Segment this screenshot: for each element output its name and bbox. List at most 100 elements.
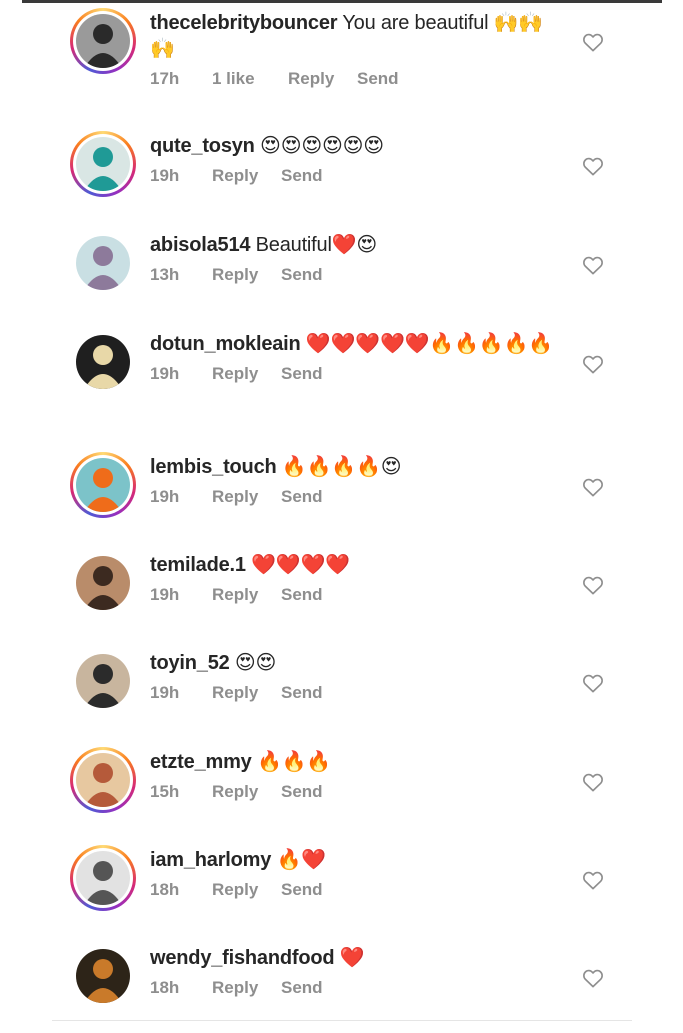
comment-line: qute_tosyn 😍😍😍😍😍😍 bbox=[150, 133, 560, 159]
send-button[interactable]: Send bbox=[281, 166, 323, 186]
comment-line: wendy_fishandfood ❤️ bbox=[150, 945, 560, 971]
avatar[interactable] bbox=[70, 8, 136, 74]
comment-time: 19h bbox=[150, 487, 180, 506]
heart-outline-icon-graphic bbox=[583, 969, 603, 988]
comment-text: 😍😍 bbox=[234, 652, 277, 674]
avatar-ring-gap bbox=[70, 329, 136, 395]
avatar-graphic bbox=[76, 556, 130, 610]
comment-item: qute_tosyn 😍😍😍😍😍😍 19h Reply Send bbox=[0, 131, 683, 221]
heart-outline-icon[interactable] bbox=[582, 354, 604, 374]
comment-meta: 17h 1 like Reply Send bbox=[150, 69, 560, 89]
username-link[interactable]: wendy_fishandfood bbox=[150, 947, 335, 969]
avatar-image bbox=[76, 654, 130, 708]
avatar[interactable] bbox=[70, 550, 136, 616]
reply-button[interactable]: Reply bbox=[212, 487, 281, 507]
avatar-ring-gap bbox=[70, 943, 136, 1009]
heart-outline-icon[interactable] bbox=[582, 870, 604, 890]
send-button[interactable]: Send bbox=[281, 265, 323, 285]
avatar-graphic bbox=[76, 14, 130, 68]
heart-outline-icon[interactable] bbox=[582, 673, 604, 693]
heart-outline-icon[interactable] bbox=[582, 32, 604, 52]
send-button[interactable]: Send bbox=[281, 978, 323, 998]
username-link[interactable]: lembis_touch bbox=[150, 456, 277, 478]
username-link[interactable]: toyin_52 bbox=[150, 652, 230, 674]
heart-outline-icon-graphic bbox=[583, 256, 603, 275]
comment-body: etzte_mmy 🔥🔥🔥 15h Reply Send bbox=[150, 749, 560, 802]
avatar[interactable] bbox=[70, 452, 136, 518]
comment-line: etzte_mmy 🔥🔥🔥 bbox=[150, 749, 560, 775]
avatar[interactable] bbox=[70, 943, 136, 1009]
avatar-graphic bbox=[76, 949, 130, 1003]
avatar-ring-gap bbox=[73, 750, 133, 810]
heart-outline-icon[interactable] bbox=[582, 968, 604, 988]
like-count-link[interactable]: 1 like bbox=[212, 69, 288, 89]
avatar-ring-gap bbox=[73, 11, 133, 71]
heart-outline-icon-graphic bbox=[583, 773, 603, 792]
reply-button[interactable]: Reply bbox=[212, 265, 281, 285]
heart-outline-icon[interactable] bbox=[582, 477, 604, 497]
avatar[interactable] bbox=[70, 131, 136, 197]
avatar-graphic bbox=[76, 458, 130, 512]
comment-time: 19h bbox=[150, 364, 180, 383]
send-button[interactable]: Send bbox=[281, 683, 323, 703]
username-link[interactable]: etzte_mmy bbox=[150, 751, 252, 773]
avatar[interactable] bbox=[70, 845, 136, 911]
avatar-image bbox=[76, 753, 130, 807]
username-link[interactable]: abisola514 bbox=[150, 234, 250, 256]
send-button[interactable]: Send bbox=[281, 487, 323, 507]
comment-text: 😍😍😍😍😍😍 bbox=[260, 135, 384, 157]
send-button[interactable]: Send bbox=[281, 364, 323, 384]
avatar-graphic bbox=[76, 654, 130, 708]
reply-button[interactable]: Reply bbox=[212, 585, 281, 605]
comment-text: Beautiful❤️😍 bbox=[255, 234, 378, 256]
avatar-ring-gap bbox=[73, 134, 133, 194]
avatar-ring-gap bbox=[73, 848, 133, 908]
username-link[interactable]: iam_harlomy bbox=[150, 849, 271, 871]
comment-time: 15h bbox=[150, 782, 180, 801]
reply-button[interactable]: Reply bbox=[212, 683, 281, 703]
heart-outline-icon[interactable] bbox=[582, 156, 604, 176]
comment-line: thecelebritybouncer You are beautiful 🙌🙌… bbox=[150, 10, 560, 62]
heart-outline-icon[interactable] bbox=[582, 255, 604, 275]
send-button[interactable]: Send bbox=[281, 585, 323, 605]
comment-body: thecelebritybouncer You are beautiful 🙌🙌… bbox=[150, 10, 560, 89]
avatar-ring-gap bbox=[70, 230, 136, 296]
reply-button[interactable]: Reply bbox=[288, 69, 357, 89]
avatar[interactable] bbox=[70, 329, 136, 395]
avatar[interactable] bbox=[70, 747, 136, 813]
send-button[interactable]: Send bbox=[281, 880, 323, 900]
avatar[interactable] bbox=[70, 648, 136, 714]
reply-button[interactable]: Reply bbox=[212, 978, 281, 998]
username-link[interactable]: dotun_mokleain bbox=[150, 333, 301, 355]
comment-time: 18h bbox=[150, 880, 180, 899]
comment-meta: 19h Reply Send bbox=[150, 683, 560, 703]
username-link[interactable]: qute_tosyn bbox=[150, 135, 255, 157]
comment-body: iam_harlomy 🔥❤️ 18h Reply Send bbox=[150, 847, 560, 900]
reply-button[interactable]: Reply bbox=[212, 364, 281, 384]
comment-body: lembis_touch 🔥🔥🔥🔥😍 19h Reply Send bbox=[150, 454, 560, 507]
avatar-image bbox=[76, 137, 130, 191]
heart-outline-icon[interactable] bbox=[582, 772, 604, 792]
comment-body: wendy_fishandfood ❤️ 18h Reply Send bbox=[150, 945, 560, 998]
username-link[interactable]: temilade.1 bbox=[150, 554, 246, 576]
username-link[interactable]: thecelebritybouncer bbox=[150, 12, 338, 34]
comment-meta: 18h Reply Send bbox=[150, 978, 560, 998]
reply-button[interactable]: Reply bbox=[212, 782, 281, 802]
avatar-graphic bbox=[76, 851, 130, 905]
avatar-image bbox=[76, 556, 130, 610]
send-button[interactable]: Send bbox=[357, 69, 399, 89]
avatar-graphic bbox=[76, 137, 130, 191]
reply-button[interactable]: Reply bbox=[212, 880, 281, 900]
heart-outline-icon-graphic bbox=[583, 478, 603, 497]
heart-outline-icon[interactable] bbox=[582, 575, 604, 595]
send-button[interactable]: Send bbox=[281, 782, 323, 802]
comment-body: qute_tosyn 😍😍😍😍😍😍 19h Reply Send bbox=[150, 133, 560, 186]
comment-time: 18h bbox=[150, 978, 180, 997]
avatar[interactable] bbox=[70, 230, 136, 296]
heart-outline-icon-graphic bbox=[583, 157, 603, 176]
comment-text: 🔥❤️ bbox=[276, 849, 327, 871]
comment-time: 19h bbox=[150, 683, 180, 702]
comment-item: etzte_mmy 🔥🔥🔥 15h Reply Send bbox=[0, 747, 683, 837]
comment-time: 13h bbox=[150, 265, 180, 284]
reply-button[interactable]: Reply bbox=[212, 166, 281, 186]
